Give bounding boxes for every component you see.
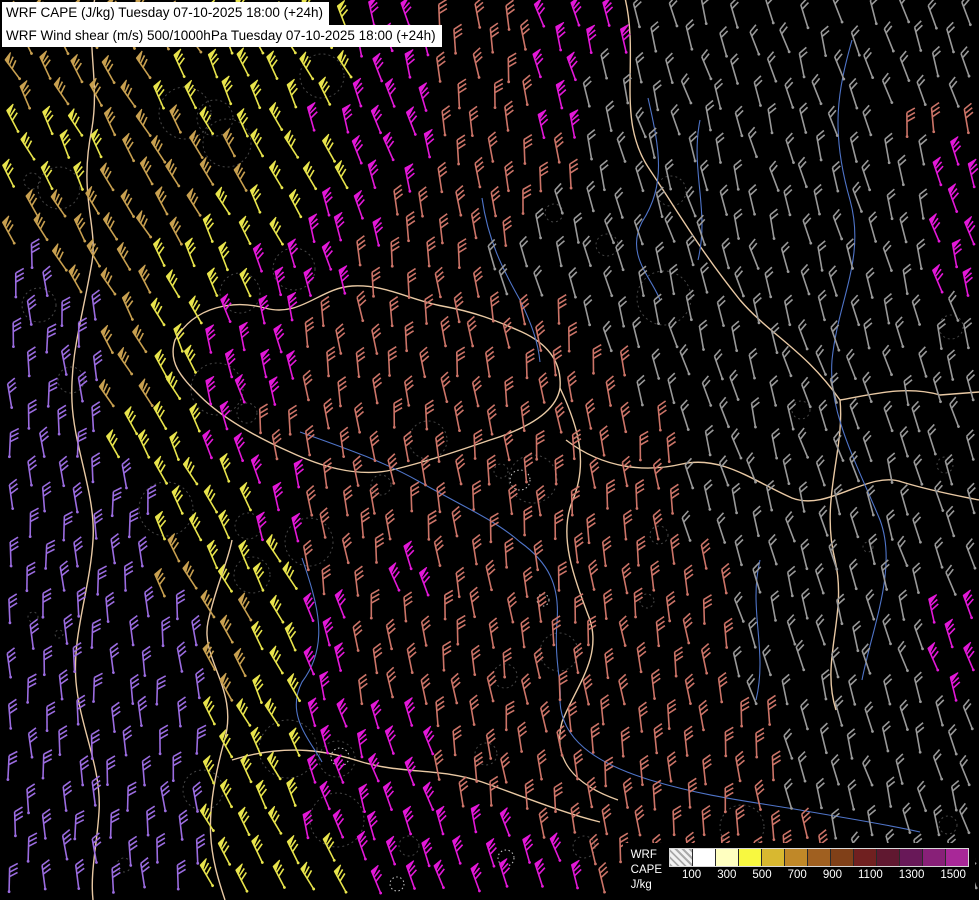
legend-swatch	[693, 849, 716, 866]
legend-swatch	[808, 849, 831, 866]
legend-swatch	[854, 849, 877, 866]
legend-value: 1300	[899, 869, 925, 881]
title-line-cape: WRF CAPE (J/kg) Tuesday 07-10-2025 18:00…	[2, 2, 329, 25]
legend-value: 700	[788, 869, 807, 881]
legend-swatch	[716, 849, 739, 866]
legend-value: 900	[823, 869, 842, 881]
legend-value: 100	[682, 869, 701, 881]
weather-map	[0, 0, 979, 900]
legend-scale: 100 300 500 700 900 1100 1300 1500	[669, 848, 969, 881]
legend-swatch	[877, 849, 900, 866]
wrf-weather-map-page: WRF CAPE (J/kg) Tuesday 07-10-2025 18:00…	[0, 0, 979, 900]
legend-color-scale	[669, 848, 969, 867]
legend-value: 300	[717, 869, 736, 881]
legend-title: WRF CAPE J/kg	[631, 848, 662, 893]
legend-swatch	[900, 849, 923, 866]
cape-legend: WRF CAPE J/kg 100 300 500 700 900 1100 1300 150…	[623, 843, 975, 896]
legend-swatch	[762, 849, 785, 866]
legend-swatch	[739, 849, 762, 866]
title-line-wind-shear: WRF Wind shear (m/s) 500/1000hPa Tuesday…	[2, 25, 442, 48]
legend-value: 1500	[940, 869, 966, 881]
map-header: WRF CAPE (J/kg) Tuesday 07-10-2025 18:00…	[2, 2, 442, 47]
legend-swatch	[670, 849, 693, 866]
legend-title-line: WRF	[631, 848, 662, 863]
legend-title-line: J/kg	[631, 878, 662, 893]
legend-swatch	[946, 849, 968, 866]
legend-title-line: CAPE	[631, 863, 662, 878]
legend-swatch	[831, 849, 854, 866]
legend-value: 500	[752, 869, 771, 881]
legend-swatch	[785, 849, 808, 866]
wind-shear-barbs	[0, 0, 979, 895]
legend-scale-labels: 100 300 500 700 900 1100 1300 1500	[669, 869, 969, 881]
legend-value: 1100	[858, 869, 883, 881]
legend-swatch	[923, 849, 946, 866]
